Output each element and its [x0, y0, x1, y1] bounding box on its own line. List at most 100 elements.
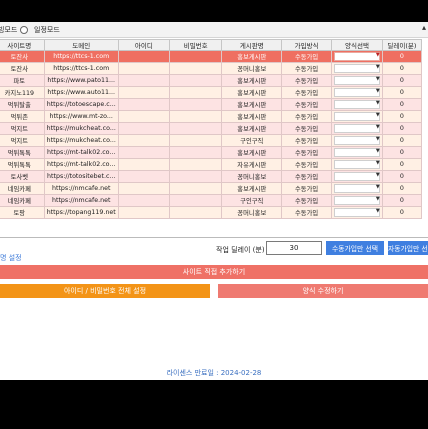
chevron-down-icon[interactable]: ▼ — [375, 100, 381, 106]
cell-delay[interactable]: 0 — [381, 182, 423, 195]
column-header[interactable]: 게시판명 — [221, 39, 283, 51]
cell-site[interactable]: 네임카페 — [0, 194, 45, 207]
cell-pw[interactable] — [168, 146, 223, 159]
table-row[interactable]: 토사벳 https://totositebet.c... 꽁머니홍보 수동가입 ▼ 0 — [0, 170, 423, 183]
cell-id[interactable] — [117, 86, 170, 99]
column-header[interactable]: 양식선택 — [331, 39, 383, 51]
form-select-cell[interactable]: ▼ — [331, 182, 383, 195]
cell-site[interactable]: 토잔사 — [0, 62, 45, 75]
add-site-button[interactable]: 사이트 직접 추가하기 — [0, 265, 428, 279]
cell-delay[interactable]: 0 — [381, 62, 423, 75]
cell-join[interactable]: 수동가입 — [281, 122, 333, 135]
corner-control-icon[interactable]: ▴ — [422, 23, 426, 32]
column-header[interactable]: 비밀번호 — [168, 39, 223, 51]
site-table[interactable]: 사이트명 도메인 아이디 비밀번호 게시판명 가입방식 양식선택 딜레이(분) 토잔사 http… — [0, 39, 428, 238]
table-row[interactable]: 카지노119 https://www.auto11... 홍보게시판 수동가입 ▼ 0 — [0, 86, 423, 99]
cell-site[interactable]: 토팡 — [0, 206, 45, 219]
cell-board[interactable]: 꽁머니홍보 — [221, 170, 283, 183]
cell-join[interactable]: 수동가입 — [281, 62, 333, 75]
table-row[interactable]: 먹지트 https://mukcheat.co... 구인구직 수동가입 ▼ 0 — [0, 134, 423, 147]
cell-pw[interactable] — [168, 158, 223, 171]
cell-join[interactable]: 수동가입 — [281, 206, 333, 219]
cell-pw[interactable] — [168, 62, 223, 75]
cell-site[interactable]: 먹튀톡톡 — [0, 158, 45, 171]
table-row[interactable]: 먹튀존 https://www.mt-zo... 홍보게시판 수동가입 ▼ 0 — [0, 110, 423, 123]
cell-domain[interactable]: https://totoescape.c... — [43, 98, 119, 111]
form-select-dropdown[interactable] — [334, 208, 380, 217]
cell-board[interactable]: 꽁머니홍보 — [221, 62, 283, 75]
cell-id[interactable] — [117, 206, 170, 219]
form-select-dropdown[interactable] — [334, 136, 380, 145]
cell-delay[interactable]: 0 — [381, 122, 423, 135]
chevron-down-icon[interactable]: ▼ — [375, 64, 381, 70]
cell-domain[interactable]: https://mukcheat.co... — [43, 122, 119, 135]
mode-option-schedule[interactable]: 일정모드 — [34, 25, 60, 35]
cell-delay[interactable]: 0 — [381, 194, 423, 207]
chevron-down-icon[interactable]: ▼ — [375, 172, 381, 178]
cell-domain[interactable]: https://mt-talk02.co... — [43, 158, 119, 171]
table-row[interactable]: 먹지트 https://mukcheat.co... 홍보게시판 수동가입 ▼ 0 — [0, 122, 423, 135]
table-row[interactable]: 네임카페 https://nmcafe.net 구인구직 수동가입 ▼ 0 — [0, 194, 423, 207]
cell-delay[interactable]: 0 — [381, 98, 423, 111]
cell-board[interactable]: 홍보게시판 — [221, 122, 283, 135]
cell-id[interactable] — [117, 170, 170, 183]
cell-delay[interactable]: 0 — [381, 50, 423, 63]
cell-site[interactable]: 먹지트 — [0, 122, 45, 135]
form-select-cell[interactable]: ▼ — [331, 62, 383, 75]
cell-domain[interactable]: https://mukcheat.co... — [43, 134, 119, 147]
form-select-dropdown[interactable] — [334, 100, 380, 109]
column-header[interactable]: 딜레이(분) — [381, 39, 423, 51]
form-select-dropdown[interactable] — [334, 88, 380, 97]
chevron-down-icon[interactable]: ▼ — [375, 52, 381, 58]
cell-join[interactable]: 수동가입 — [281, 194, 333, 207]
cell-join[interactable]: 수동가입 — [281, 170, 333, 183]
cell-domain[interactable]: https://mt-talk02.co... — [43, 146, 119, 159]
chevron-down-icon[interactable]: ▼ — [375, 208, 381, 214]
manual-join-select-button[interactable]: 수동가입만 선택 — [326, 241, 384, 255]
cell-join[interactable]: 수동가입 — [281, 110, 333, 123]
cell-join[interactable]: 수동가입 — [281, 74, 333, 87]
cell-board[interactable]: 구인구직 — [221, 134, 283, 147]
column-header[interactable]: 가입방식 — [281, 39, 333, 51]
cell-delay[interactable]: 0 — [381, 134, 423, 147]
cell-board[interactable]: 홍보게시판 — [221, 146, 283, 159]
cell-pw[interactable] — [168, 122, 223, 135]
chevron-down-icon[interactable]: ▼ — [375, 124, 381, 130]
cell-join[interactable]: 수동가입 — [281, 182, 333, 195]
cell-pw[interactable] — [168, 50, 223, 63]
cell-pw[interactable] — [168, 110, 223, 123]
form-select-dropdown[interactable] — [334, 64, 380, 73]
form-select-dropdown[interactable] — [334, 52, 380, 61]
form-select-cell[interactable]: ▼ — [331, 134, 383, 147]
cell-board[interactable]: 구인구직 — [221, 194, 283, 207]
cell-pw[interactable] — [168, 206, 223, 219]
edit-form-button[interactable]: 양식 수정하기 — [218, 284, 428, 298]
form-select-cell[interactable]: ▼ — [331, 74, 383, 87]
table-row[interactable]: 먹튀탈출 https://totoescape.c... 홍보게시판 수동가입 ▼ 0 — [0, 98, 423, 111]
form-select-cell[interactable]: ▼ — [331, 98, 383, 111]
cell-pw[interactable] — [168, 74, 223, 87]
cell-pw[interactable] — [168, 134, 223, 147]
cell-delay[interactable]: 0 — [381, 110, 423, 123]
cell-board[interactable]: 홍보게시판 — [221, 74, 283, 87]
table-row[interactable]: 먹튀톡톡 https://mt-talk02.co... 자유게시판 수동가입 ▼ 0 — [0, 158, 423, 171]
table-row[interactable]: 파토 https://www.pato11... 홍보게시판 수동가입 ▼ 0 — [0, 74, 423, 87]
cell-delay[interactable]: 0 — [381, 86, 423, 99]
form-select-cell[interactable]: ▼ — [331, 122, 383, 135]
form-select-cell[interactable]: ▼ — [331, 158, 383, 171]
cell-id[interactable] — [117, 146, 170, 159]
cell-id[interactable] — [117, 194, 170, 207]
form-select-cell[interactable]: ▼ — [331, 146, 383, 159]
cell-site[interactable]: 먹튀존 — [0, 110, 45, 123]
cell-site[interactable]: 먹튀톡톡 — [0, 146, 45, 159]
form-select-dropdown[interactable] — [334, 184, 380, 193]
bulk-credentials-button[interactable]: 아이디 / 비밀번호 전체 설정 — [0, 284, 210, 298]
form-select-cell[interactable]: ▼ — [331, 194, 383, 207]
cell-domain[interactable]: https://www.mt-zo... — [43, 110, 119, 123]
cell-id[interactable] — [117, 98, 170, 111]
mode-right-radio[interactable] — [20, 26, 29, 34]
cell-domain[interactable]: https://nmcafe.net — [43, 182, 119, 195]
cell-site[interactable]: 카지노119 — [0, 86, 45, 99]
cell-site[interactable]: 토사벳 — [0, 170, 45, 183]
cell-delay[interactable]: 0 — [381, 170, 423, 183]
